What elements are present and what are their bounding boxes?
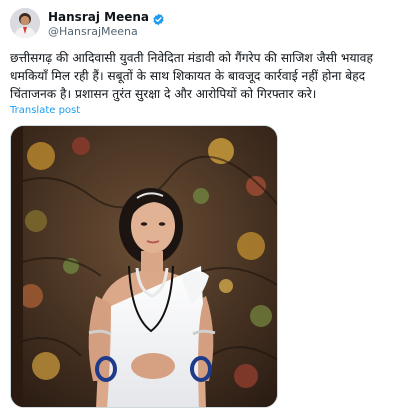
tweet-card: Hansraj Meena @HansrajMeena छत्तीसगढ़ की…	[0, 0, 418, 408]
author-name-row[interactable]: Hansraj Meena	[48, 9, 165, 25]
translate-post-link[interactable]: Translate post	[10, 105, 80, 116]
post-text: छत्तीसगढ़ की आदिवासी युवती निवेदिता मंडा…	[10, 51, 373, 101]
author-name[interactable]: Hansraj Meena	[48, 10, 149, 24]
woman-portrait-photo	[11, 126, 277, 407]
post-image[interactable]	[10, 125, 278, 408]
author-handle[interactable]: @HansrajMeena	[48, 25, 138, 38]
avatar-image	[10, 8, 40, 38]
verified-badge-icon	[152, 11, 165, 25]
author-avatar[interactable]	[10, 8, 40, 38]
